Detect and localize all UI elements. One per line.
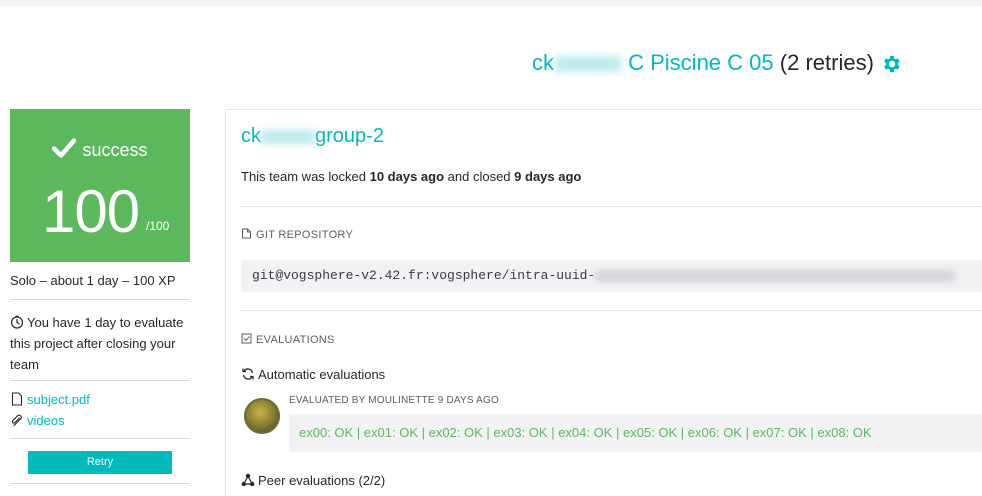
divider bbox=[241, 310, 982, 311]
file-icon bbox=[11, 392, 23, 406]
team-status-text: This team was locked bbox=[241, 169, 370, 184]
status-box: success 100 /100 bbox=[10, 109, 190, 262]
evaluations-section-label: EVALUATIONS bbox=[241, 333, 335, 346]
evaluation-notice-text: You have 1 day to evaluate this project … bbox=[10, 315, 184, 372]
paperclip-icon bbox=[11, 414, 22, 427]
gear-icon[interactable] bbox=[880, 53, 902, 75]
retry-button[interactable]: Retry bbox=[28, 451, 172, 474]
status-line: success bbox=[10, 137, 190, 161]
subject-link-label[interactable]: subject.pdf bbox=[27, 392, 90, 407]
evaluator-avatar[interactable] bbox=[244, 398, 280, 434]
git-url-field[interactable]: git@vogsphere-v2.42.fr:vogsphere/intra-u… bbox=[241, 260, 982, 292]
login-prefix[interactable]: ck bbox=[532, 50, 554, 75]
evaluated-by: EVALUATED BY MOULINETTE 9 DAYS AGO bbox=[289, 395, 500, 406]
repo-icon bbox=[242, 228, 251, 239]
sync-icon bbox=[242, 368, 254, 380]
project-name[interactable]: C Piscine C 05 bbox=[628, 50, 774, 75]
videos-link-label[interactable]: videos bbox=[27, 413, 65, 428]
divider bbox=[10, 299, 190, 300]
git-url[interactable]: git@vogsphere-v2.42.fr:vogsphere/intra-u… bbox=[252, 268, 595, 283]
team-name[interactable]: ck group-2 bbox=[241, 125, 384, 148]
git-section-label: GIT REPOSITORY bbox=[241, 228, 353, 241]
locked-ago: 10 days ago bbox=[369, 169, 445, 184]
final-mark: 100 bbox=[42, 178, 140, 245]
divider bbox=[10, 438, 190, 439]
evaluation-result: ex00: OK | ex01: OK | ex02: OK | ex03: O… bbox=[289, 414, 982, 452]
automatic-evaluations-label: Automatic evaluations bbox=[258, 367, 386, 382]
project-header: ck C Piscine C 05 (2 retries) bbox=[0, 48, 982, 78]
closed-ago: 9 days ago bbox=[514, 169, 582, 184]
divider bbox=[241, 206, 982, 207]
page-title: ck C Piscine C 05 (2 retries) bbox=[532, 48, 874, 78]
automatic-evaluations-heading: Automatic evaluations bbox=[241, 367, 385, 382]
project-meta: Solo – about 1 day – 100 XP bbox=[10, 273, 176, 288]
peer-evaluations-heading: Peer evaluations (2/2) bbox=[241, 473, 385, 488]
peer-icon bbox=[241, 473, 255, 487]
subject-link[interactable]: subject.pdf bbox=[10, 392, 90, 407]
redacted-uuid bbox=[595, 269, 956, 282]
max-mark: /100 bbox=[146, 219, 170, 233]
redacted-login bbox=[261, 129, 315, 144]
team-status: This team was locked 10 days ago and clo… bbox=[241, 169, 581, 184]
team-name-suffix[interactable]: group-2 bbox=[315, 125, 384, 147]
team-panel: ck group-2 This team was locked 10 days a… bbox=[225, 109, 982, 496]
retries-count: (2 retries) bbox=[779, 50, 874, 75]
redacted-login bbox=[555, 56, 621, 73]
team-status-text: and closed bbox=[444, 169, 515, 184]
team-name-prefix[interactable]: ck bbox=[241, 125, 261, 147]
evaluations-label: EVALUATIONS bbox=[256, 334, 335, 346]
divider bbox=[10, 380, 190, 381]
top-strip bbox=[0, 0, 982, 6]
divider bbox=[10, 483, 190, 484]
clock-icon bbox=[10, 315, 24, 329]
checklist-icon bbox=[241, 333, 252, 344]
peer-evaluations-label: Peer evaluations (2/2) bbox=[258, 473, 386, 488]
check-icon bbox=[52, 138, 77, 158]
git-label: GIT REPOSITORY bbox=[256, 229, 354, 241]
videos-link[interactable]: videos bbox=[10, 413, 65, 428]
status-label: success bbox=[82, 140, 148, 160]
evaluation-notice: You have 1 day to evaluate this project … bbox=[10, 312, 190, 375]
